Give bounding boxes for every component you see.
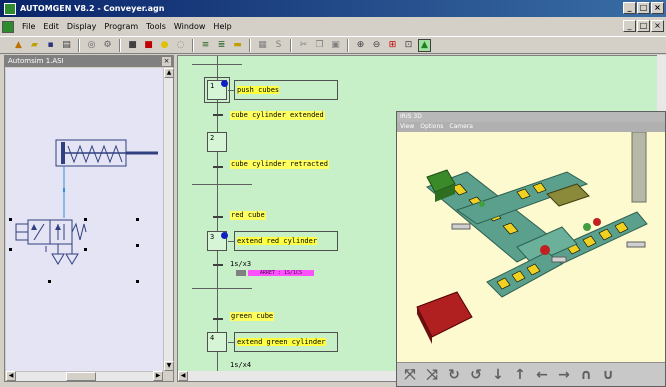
- iris-menu-options[interactable]: Options: [420, 122, 443, 132]
- new-icon[interactable]: ▲: [12, 39, 25, 52]
- paste-icon[interactable]: ▣: [329, 39, 342, 52]
- toolbar: ▲ ▰ ▪ ▤ ◎ ⚙ ■ ■ ● ◌ ≡ ≣ ▬ ▦ S ✂ ❐ ▣ ⊕ ⊖ …: [0, 36, 666, 54]
- timer2-label: 1s/x4: [230, 361, 252, 369]
- expand-view-icon[interactable]: ⤧: [401, 366, 419, 384]
- transition-cube-cylinder-retracted[interactable]: cube cylinder retracted: [230, 160, 329, 169]
- iris-navigation-bar: ⤧ ⤨ ↻ ↺ ↓ ↑ ← → ∩ ∪: [397, 362, 665, 386]
- panel-close-icon[interactable]: ×: [162, 57, 171, 66]
- scroll-up-arrow[interactable]: ▲: [164, 68, 174, 78]
- arrow-up-icon[interactable]: ↑: [511, 366, 529, 384]
- run-icon[interactable]: ●: [158, 39, 171, 52]
- progress-bar: ARRET : 1S/1CS: [248, 270, 314, 276]
- grafcet-icon[interactable]: ≡: [199, 39, 212, 52]
- timer-label: 1s/x3: [230, 260, 252, 268]
- transition-cube-cylinder-extended[interactable]: cube cylinder extended: [230, 111, 325, 120]
- settings-icon[interactable]: ⚙: [101, 39, 114, 52]
- scroll-left-arrow[interactable]: ◀: [178, 371, 188, 381]
- close-button[interactable]: ×: [651, 2, 664, 14]
- zoom-area-icon[interactable]: ⊡: [402, 39, 415, 52]
- iris-menu-view[interactable]: View: [400, 122, 414, 132]
- automsim-panel-title: Automsim 1.ASI ×: [5, 56, 173, 67]
- watch-icon[interactable]: ▬: [231, 39, 244, 52]
- step-icon[interactable]: ◌: [174, 39, 187, 52]
- rotate-left-icon[interactable]: ↺: [467, 366, 485, 384]
- stop-icon[interactable]: ■: [126, 39, 139, 52]
- menu-edit[interactable]: Edit: [39, 22, 63, 31]
- grafcet-step-2[interactable]: 2: [207, 132, 227, 152]
- left-vertical-scrollbar[interactable]: ▲ ▼: [163, 68, 174, 371]
- conveyor-3d-scene[interactable]: [397, 131, 665, 372]
- zoom-fit-icon[interactable]: ⊞: [386, 39, 399, 52]
- grafcet-step-4[interactable]: 4: [207, 332, 227, 352]
- record-icon[interactable]: ■: [142, 39, 155, 52]
- open-folder-icon[interactable]: ▰: [28, 39, 41, 52]
- restore-button[interactable]: □: [637, 2, 650, 14]
- left-horizontal-scrollbar[interactable]: ◀ ▶: [6, 371, 163, 381]
- iris-3d-window: IRIS 3D View Options Camera ⤧ ⤨ ↻ ↺ ↓ ↑ …: [396, 111, 666, 387]
- tilt-up-icon[interactable]: ∩: [577, 366, 595, 384]
- action-extend-green-cylinder[interactable]: extend green cylinder: [234, 332, 338, 352]
- iris-menu-camera[interactable]: Camera: [449, 122, 473, 132]
- mdi-close-button[interactable]: ×: [651, 20, 664, 32]
- app-icon: [4, 2, 16, 15]
- tilt-down-icon[interactable]: ∪: [599, 366, 617, 384]
- mdi-minimize-button[interactable]: _: [623, 20, 636, 32]
- iris-title: IRIS 3D: [397, 112, 665, 122]
- arrow-right-icon[interactable]: →: [555, 366, 573, 384]
- copy-icon[interactable]: ❐: [313, 39, 326, 52]
- window-titlebar: AUTOMGEN V8.2 - Conveyer.agn _ □ ×: [0, 0, 666, 17]
- pneumatic-diagram[interactable]: [6, 68, 163, 371]
- rotate-right-icon[interactable]: ↻: [445, 366, 463, 384]
- menu-bar: File Edit Display Program Tools Window H…: [0, 18, 666, 35]
- grafcet-vertical-scrollbar[interactable]: [657, 55, 666, 115]
- menu-file[interactable]: File: [18, 22, 39, 31]
- iris-menu: View Options Camera: [397, 122, 665, 132]
- grid-icon[interactable]: ▦: [256, 39, 269, 52]
- iris-3d-icon[interactable]: ▲: [418, 38, 431, 52]
- minimize-button[interactable]: _: [623, 2, 636, 14]
- arrow-down-icon[interactable]: ↓: [489, 366, 507, 384]
- transition-red-cube[interactable]: red cube: [230, 211, 266, 220]
- compile-icon[interactable]: ◎: [85, 39, 98, 52]
- active-step-token-3: [221, 232, 228, 239]
- zoom-in-icon[interactable]: ⊕: [354, 39, 367, 52]
- shrink-view-icon[interactable]: ⤨: [423, 366, 441, 384]
- action-push-cubes[interactable]: push cubes: [234, 80, 338, 100]
- arrow-left-icon[interactable]: ←: [533, 366, 551, 384]
- scroll-right-arrow[interactable]: ▶: [153, 371, 163, 381]
- menu-program[interactable]: Program: [100, 22, 142, 31]
- menu-display[interactable]: Display: [63, 22, 101, 31]
- menu-window[interactable]: Window: [170, 22, 210, 31]
- action-extend-red-cylinder[interactable]: extend red cylinder: [234, 231, 338, 251]
- scroll-thumb[interactable]: [66, 372, 96, 381]
- menu-tools[interactable]: Tools: [142, 22, 170, 31]
- transition-green-cube[interactable]: green cube: [230, 312, 275, 321]
- active-step-token: [221, 80, 228, 87]
- zoom-out-icon[interactable]: ⊖: [370, 39, 383, 52]
- document-icon[interactable]: [2, 20, 14, 33]
- print-icon[interactable]: ▤: [60, 39, 73, 52]
- cut-icon[interactable]: ✂: [297, 39, 310, 52]
- automsim-panel: Automsim 1.ASI × ▲ ▼ ◀ ▶: [4, 55, 174, 382]
- save-icon[interactable]: ▪: [44, 39, 57, 52]
- symbol-icon[interactable]: S: [272, 39, 285, 52]
- ladder-icon[interactable]: ≣: [215, 39, 228, 52]
- mdi-restore-button[interactable]: □: [637, 20, 650, 32]
- menu-help[interactable]: Help: [209, 22, 235, 31]
- scroll-left-arrow[interactable]: ◀: [6, 371, 16, 381]
- app-title: AUTOMGEN V8.2 - Conveyer.agn: [20, 4, 165, 13]
- scroll-down-arrow[interactable]: ▼: [164, 361, 174, 371]
- progress-marker: [236, 270, 246, 276]
